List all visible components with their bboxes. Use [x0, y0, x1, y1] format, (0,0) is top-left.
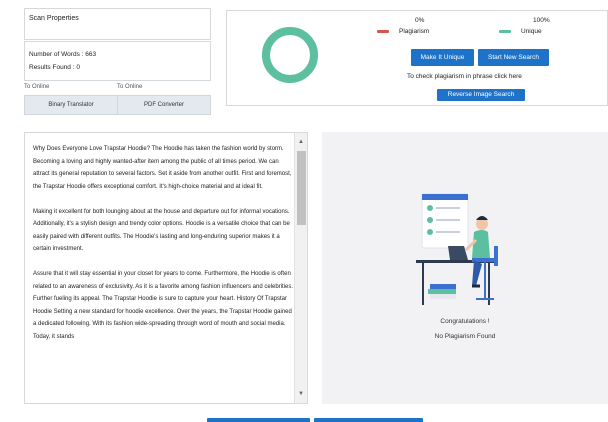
scroll-thumb[interactable] — [297, 151, 306, 225]
no-plagiarism-illustration — [416, 193, 498, 305]
pdf-converter-button[interactable]: PDF Converter — [117, 95, 211, 115]
plagiarism-percent: 0% — [415, 17, 425, 24]
result-donut-chart — [262, 27, 318, 83]
tool-label-right: To Online — [117, 84, 143, 90]
scan-stats-box: Number of Words : 663 Results Found : 0 — [24, 41, 211, 81]
text-paragraph: Making it excellent for both lounging ab… — [33, 208, 290, 253]
plagiarism-label: Plagiarism — [399, 28, 430, 35]
bottom-action-button-1[interactable] — [207, 418, 310, 422]
no-plagiarism-text: No Plagiarism Found — [434, 333, 496, 340]
result-panel: 0% 100% Plagiarism Unique Make It Unique… — [226, 10, 608, 106]
plagiarism-legend: Plagiarism — [377, 28, 429, 35]
donut-unique-arc — [262, 27, 318, 83]
start-new-search-button[interactable]: Start New Search — [478, 49, 549, 66]
make-unique-button[interactable]: Make It Unique — [411, 49, 474, 66]
word-count: Number of Words : 663 — [29, 51, 97, 58]
reverse-image-search-button[interactable]: Reverse Image Search — [437, 89, 525, 101]
text-paragraph: Why Does Everyone Love Trapstar Hoodie? … — [33, 146, 292, 190]
tool-label-left: To Online — [24, 84, 50, 90]
result-illustration-panel: Congratulations ! No Plagiarism Found — [322, 132, 608, 404]
scanned-text: Why Does Everyone Love Trapstar Hoodie? … — [33, 143, 295, 356]
unique-label: Unique — [521, 28, 542, 35]
congratulations-text: Congratulations ! — [440, 318, 490, 325]
text-paragraph: Assure that it will stay essential in yo… — [33, 271, 294, 340]
scroll-down-arrow-icon[interactable]: ▼ — [298, 391, 304, 397]
unique-percent: 100% — [533, 17, 550, 24]
binary-translator-button[interactable]: Binary Translator — [24, 95, 118, 115]
scan-properties-box: Scan Properties — [24, 8, 211, 40]
scroll-up-arrow-icon[interactable]: ▲ — [298, 139, 304, 145]
plagiarism-swatch — [377, 30, 389, 33]
scan-properties-title: Scan Properties — [29, 15, 79, 22]
results-found: Results Found : 0 — [29, 64, 80, 71]
check-phrase-link[interactable]: To check plagiarism in phrase click here — [407, 73, 522, 80]
scanned-text-area[interactable]: Why Does Everyone Love Trapstar Hoodie? … — [24, 132, 308, 404]
bottom-action-button-2[interactable] — [314, 418, 423, 422]
unique-swatch — [499, 30, 511, 33]
unique-legend: Unique — [499, 28, 542, 35]
text-scrollbar[interactable]: ▲ ▼ — [294, 133, 307, 403]
